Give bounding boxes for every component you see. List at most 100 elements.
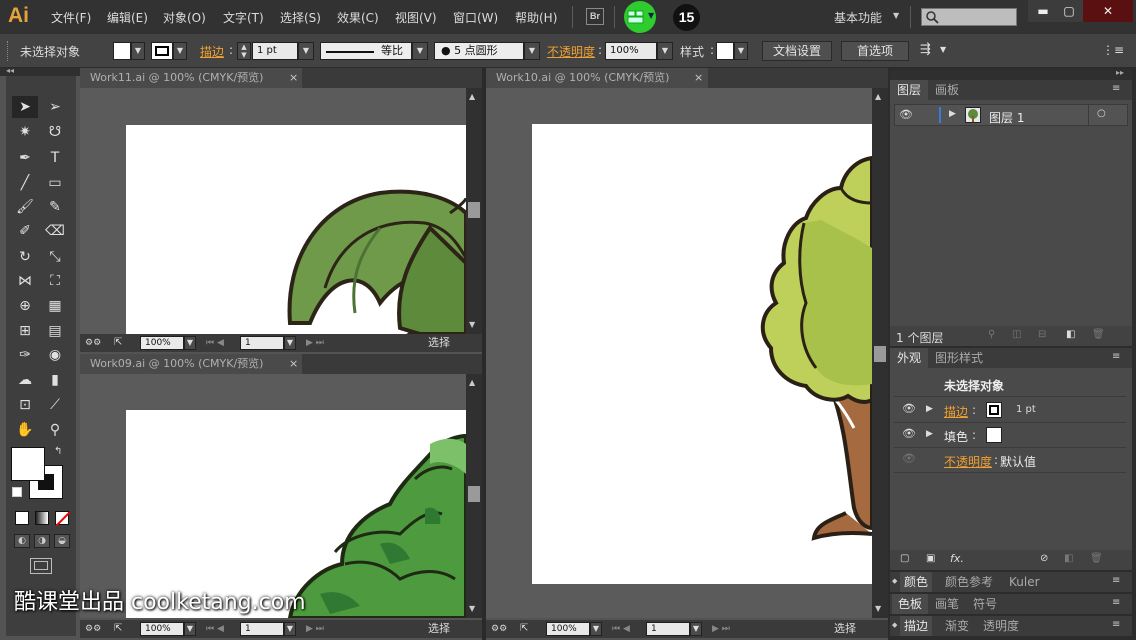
eraser-tool-icon[interactable]: ⌫ <box>42 220 68 242</box>
duplicate-item-icon[interactable]: ◧ <box>1064 553 1073 564</box>
artboard-number-input[interactable]: 1 <box>240 336 284 350</box>
menu-effect[interactable]: 效果(C) <box>337 9 379 26</box>
scroll-down-icon[interactable]: ▼ <box>875 604 881 613</box>
panel-menu-icon[interactable]: ≡ <box>1112 597 1120 608</box>
target-icon[interactable]: ○ <box>1097 108 1106 119</box>
help-search-input[interactable] <box>921 8 1017 26</box>
arrange-documents-icon[interactable] <box>627 10 647 24</box>
zoom-input[interactable]: 100% <box>140 622 184 636</box>
free-transform-tool-icon[interactable]: ⛶ <box>42 270 68 292</box>
last-artboard-icon[interactable]: ▶ ⏭ <box>306 334 324 352</box>
zoom-input[interactable]: 100% <box>140 336 184 350</box>
fill-swatch[interactable] <box>986 427 1002 443</box>
tab-stroke[interactable]: 描边 <box>900 616 933 636</box>
tab-work10[interactable]: Work10.ai @ 100% (CMYK/预览) × <box>486 68 708 88</box>
workspace-switcher[interactable]: 基本功能 <box>834 9 882 26</box>
pen-tool-icon[interactable]: ✒ <box>12 147 38 169</box>
share-icon[interactable]: ⇱ <box>114 334 122 352</box>
blob-brush-tool-icon[interactable]: ✐ <box>12 220 38 242</box>
scroll-up-icon[interactable]: ▲ <box>469 378 475 387</box>
eye-icon[interactable]: 👁 <box>902 427 916 440</box>
chevron-down-icon[interactable]: ▼ <box>940 45 946 54</box>
stroke-swatch[interactable] <box>986 402 1002 418</box>
panel-menu-icon[interactable]: ⋮≡ <box>1102 43 1124 57</box>
stroke-label[interactable]: 描边 <box>200 43 224 60</box>
add-fill-icon[interactable]: ▣ <box>926 553 935 564</box>
stroke-weight-input[interactable]: 1 pt <box>252 42 298 60</box>
last-artboard-icon[interactable]: ▶ ⏭ <box>712 620 730 638</box>
expand-icon[interactable]: ▸▸ <box>1116 68 1124 77</box>
artboard-number-input[interactable]: 1 <box>240 622 284 636</box>
zoom-dropdown[interactable]: ▼ <box>184 622 196 636</box>
mesh-tool-icon[interactable]: ⊞ <box>12 320 38 342</box>
trash-icon[interactable]: 🗑 <box>1092 329 1105 340</box>
line-tool-icon[interactable]: ╱ <box>12 172 38 194</box>
opacity-label[interactable]: 不透明度 <box>547 43 595 60</box>
arrange-icon[interactable]: ⇶ <box>920 42 931 57</box>
variable-width-profile[interactable]: 等比 <box>320 42 412 60</box>
new-sublayer-icon[interactable]: ⊟ <box>1038 329 1046 340</box>
panel-menu-icon[interactable]: ≡ <box>1112 83 1120 94</box>
eye-icon[interactable]: 👁 <box>899 108 913 121</box>
canvas-work10[interactable] <box>486 88 872 618</box>
fill-swatch[interactable] <box>113 42 131 60</box>
scroll-down-icon[interactable]: ▼ <box>469 320 475 329</box>
zoom-tool-icon[interactable]: ⚲ <box>42 419 68 441</box>
menu-view[interactable]: 视图(V) <box>395 9 437 26</box>
tab-swatches[interactable]: 色板 <box>892 594 929 614</box>
eyedropper-tool-icon[interactable]: ✑ <box>12 344 38 366</box>
hand-tool-icon[interactable]: ✋ <box>12 419 38 441</box>
brush-dropdown[interactable]: ▼ <box>524 42 540 60</box>
layer-name[interactable]: 图层 1 <box>989 109 1024 126</box>
default-colors-icon[interactable] <box>12 487 22 497</box>
preferences-button[interactable]: 首选项 <box>841 41 909 61</box>
share-icon[interactable]: ⇱ <box>114 620 122 638</box>
menu-file[interactable]: 文件(F) <box>51 9 91 26</box>
magic-wand-tool-icon[interactable]: ✷ <box>12 121 38 143</box>
screen-mode-icon[interactable] <box>30 558 52 574</box>
close-tab-icon[interactable]: × <box>289 68 298 88</box>
zoom-dropdown[interactable]: ▼ <box>184 336 196 350</box>
swap-fill-stroke-icon[interactable]: ↰ <box>54 446 62 457</box>
first-artboard-icon[interactable]: ⏮ ◀ <box>612 620 630 638</box>
collapse-arrows-icon[interactable]: ◆ <box>892 621 897 629</box>
gpu-icon[interactable]: ⚙⚙ <box>85 334 101 352</box>
panel-menu-icon[interactable]: ≡ <box>1112 575 1120 586</box>
direct-selection-tool-icon[interactable]: ➢ <box>42 96 68 118</box>
stroke-swatch[interactable] <box>151 42 173 60</box>
tab-brushes[interactable]: 画笔 <box>928 594 966 614</box>
eye-icon[interactable]: 👁 <box>902 402 916 415</box>
artboard-tool-icon[interactable]: ⊡ <box>12 394 38 416</box>
gradient-mode-icon[interactable] <box>35 511 49 525</box>
vertical-scrollbar[interactable]: ▲ ▼ <box>872 88 888 618</box>
slice-tool-icon[interactable]: ⟋ <box>42 394 68 416</box>
appearance-opacity-row[interactable]: 👁 不透明度 : 默认值 <box>894 448 1126 473</box>
selection-tool-icon[interactable]: ➤ <box>12 96 38 118</box>
menu-window[interactable]: 窗口(W) <box>453 9 498 26</box>
column-graph-tool-icon[interactable]: ▮ <box>42 369 68 391</box>
vertical-scrollbar[interactable]: ▲ ▼ <box>466 88 482 334</box>
tab-artboards[interactable]: 画板 <box>928 80 966 100</box>
blend-tool-icon[interactable]: ◉ <box>42 344 68 366</box>
brush-definition[interactable]: ● 5 点圆形 <box>434 42 524 60</box>
rectangle-tool-icon[interactable]: ▭ <box>42 172 68 194</box>
paintbrush-tool-icon[interactable]: 🖌 <box>12 196 38 218</box>
opacity-label[interactable]: 不透明度 <box>944 453 992 470</box>
pencil-tool-icon[interactable]: ✎ <box>42 196 68 218</box>
chevron-down-icon[interactable]: ▼ <box>648 11 654 20</box>
stroke-weight-stepper[interactable]: ▲ ▼ <box>237 42 251 60</box>
bridge-button[interactable]: Br <box>586 8 604 25</box>
tab-color[interactable]: 颜色 <box>900 572 933 592</box>
draw-inside-icon[interactable]: ◒ <box>54 534 70 548</box>
tab-color-guide[interactable]: 颜色参考 <box>938 572 1000 592</box>
first-artboard-icon[interactable]: ⏮ ◀ <box>206 620 224 638</box>
make-clipping-mask-icon[interactable]: ◫ <box>1012 329 1021 340</box>
opacity-dropdown[interactable]: ▼ <box>657 42 673 60</box>
close-button[interactable]: ✕ <box>1083 0 1133 22</box>
grip-handle[interactable] <box>7 41 10 61</box>
expand-arrow-icon[interactable]: ▶ <box>949 109 956 119</box>
scroll-down-icon[interactable]: ▼ <box>469 604 475 613</box>
appearance-fill-row[interactable]: 👁 ▶ 填色 : <box>894 423 1126 448</box>
panel-menu-icon[interactable]: ≡ <box>1112 619 1120 630</box>
maximize-button[interactable]: ▢ <box>1054 0 1084 22</box>
